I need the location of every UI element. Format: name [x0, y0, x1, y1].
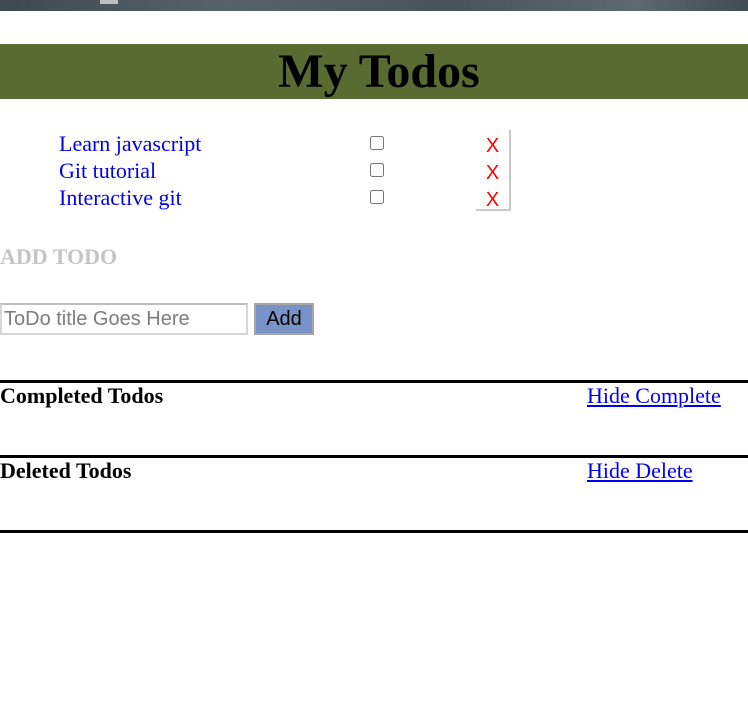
todo-complete-checkbox[interactable]: [370, 136, 384, 150]
todo-item: Interactive git X: [0, 184, 748, 211]
add-todo-button[interactable]: Add: [254, 303, 314, 335]
todo-list: Learn javascript X Git tutorial X Intera…: [0, 130, 748, 211]
header-banner: My Todos: [0, 44, 748, 99]
todo-complete-checkbox[interactable]: [370, 190, 384, 204]
hide-complete-link[interactable]: Hide Complete: [587, 382, 721, 410]
top-image-detail: [100, 0, 118, 4]
hide-delete-link[interactable]: Hide Delete: [587, 457, 693, 485]
todo-item: Git tutorial X: [0, 157, 748, 184]
todo-complete-checkbox[interactable]: [370, 163, 384, 177]
section-divider: [0, 530, 748, 533]
page-title: My Todos: [278, 45, 480, 98]
todo-title[interactable]: Learn javascript: [59, 130, 201, 157]
todo-delete-button[interactable]: X: [476, 184, 511, 211]
todo-title-input[interactable]: [0, 303, 248, 335]
todo-delete-button[interactable]: X: [476, 130, 511, 157]
deleted-todos-heading: Deleted Todos: [0, 458, 132, 483]
todo-delete-button[interactable]: X: [476, 157, 511, 184]
todo-item: Learn javascript X: [0, 130, 748, 157]
completed-todos-heading: Completed Todos: [0, 383, 164, 408]
todo-title[interactable]: Interactive git: [59, 184, 182, 211]
todo-title[interactable]: Git tutorial: [59, 157, 156, 184]
add-todo-heading: ADD TODO: [0, 244, 118, 269]
top-image-strip: [0, 0, 748, 11]
